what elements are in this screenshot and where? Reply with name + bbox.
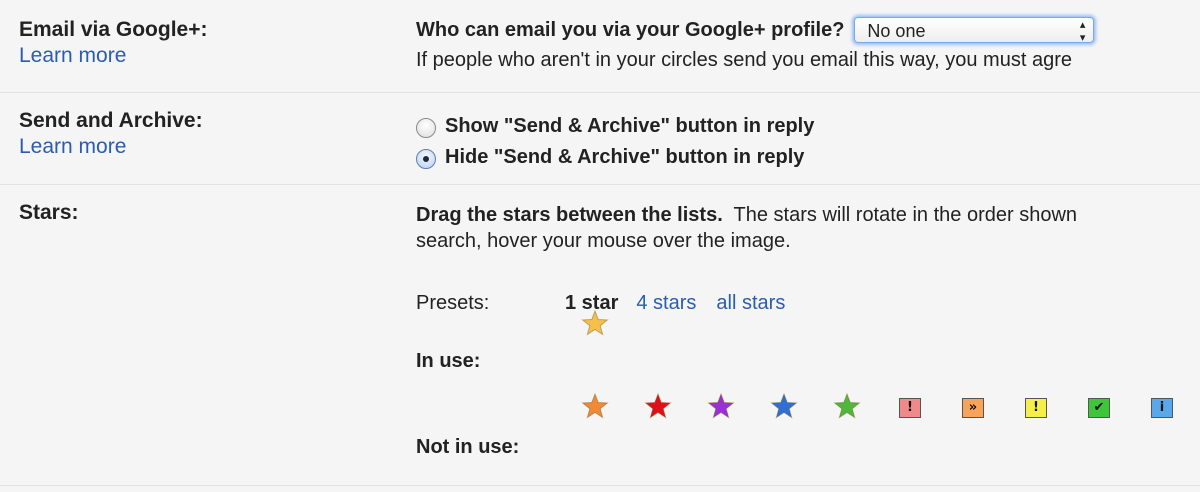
send-and-archive-label-col: Send and Archive: Learn more	[19, 108, 203, 160]
email-via-gplus-select-value: No one	[867, 21, 926, 41]
stars-content: Drag the stars between the lists. The st…	[416, 202, 1200, 482]
email-via-gplus-learn-more-link[interactable]: Learn more	[19, 43, 207, 69]
stars-instruction-bold: Drag the stars between the lists.	[416, 204, 723, 226]
red-star-icon[interactable]	[643, 391, 673, 421]
email-via-gplus-question: Who can email you via your Google+ profi…	[416, 19, 845, 41]
yellow-star-icon[interactable]	[580, 308, 610, 338]
in-use-label: In use:	[416, 350, 481, 372]
green-check-icon[interactable]: ✔	[1088, 398, 1110, 418]
blue-info-icon[interactable]: i	[1151, 398, 1173, 418]
send-and-archive-learn-more-link[interactable]: Learn more	[19, 134, 203, 160]
select-arrows-icon: ▴ ▾	[1079, 19, 1086, 44]
email-via-gplus-row: Email via Google+: Learn more Who can em…	[0, 0, 1200, 93]
send-and-archive-title: Send and Archive:	[19, 109, 203, 132]
orange-guillemet-icon[interactable]: »	[962, 398, 984, 418]
settings-panel: Email via Google+: Learn more Who can em…	[0, 0, 1200, 492]
preset-4-stars-link[interactable]: 4 stars	[636, 290, 696, 316]
hide-send-archive-radio[interactable]	[416, 148, 436, 169]
send-and-archive-row: Send and Archive: Learn more Show "Send …	[0, 92, 1200, 185]
green-star-icon[interactable]	[832, 391, 862, 421]
email-via-gplus-content: Who can email you via your Google+ profi…	[416, 17, 1095, 73]
stars-label-col: Stars:	[19, 200, 79, 226]
show-send-archive-option[interactable]: Show "Send & Archive" button in reply	[416, 110, 814, 141]
email-via-gplus-description: If people who aren't in your circles sen…	[416, 49, 1072, 71]
red-bang-icon[interactable]: !	[899, 398, 921, 418]
yellow-bang-icon[interactable]: !	[1025, 398, 1047, 418]
hide-send-archive-option[interactable]: Hide "Send & Archive" button in reply	[416, 141, 814, 172]
purple-star-icon[interactable]	[706, 391, 736, 421]
stars-presets: Presets: 1 star 4 stars all stars	[416, 290, 805, 316]
stars-instruction-line2: search, hover your mouse over the image.	[416, 230, 791, 252]
email-via-gplus-question-line: Who can email you via your Google+ profi…	[416, 17, 1095, 44]
orange-star-icon[interactable]	[580, 391, 610, 421]
email-via-gplus-label-col: Email via Google+: Learn more	[19, 17, 207, 69]
email-via-gplus-select[interactable]: No one ▴ ▾	[854, 17, 1095, 44]
presets-label: Presets:	[416, 292, 490, 314]
email-via-gplus-title: Email via Google+:	[19, 18, 208, 41]
stars-row: Stars: Drag the stars between the lists.…	[0, 184, 1200, 486]
not-in-use-label: Not in use:	[416, 436, 520, 458]
show-send-archive-radio[interactable]	[416, 117, 436, 138]
stars-title: Stars:	[19, 201, 79, 224]
send-and-archive-content: Show "Send & Archive" button in reply Hi…	[416, 110, 814, 172]
hide-send-archive-label: Hide "Send & Archive" button in reply	[445, 145, 805, 168]
show-send-archive-label: Show "Send & Archive" button in reply	[445, 114, 815, 137]
stars-instruction-rest: The stars will rotate in the order shown	[733, 204, 1078, 226]
preset-all-stars-link[interactable]: all stars	[716, 290, 785, 316]
blue-star-icon[interactable]	[769, 391, 799, 421]
stars-instruction: Drag the stars between the lists. The st…	[416, 202, 1200, 228]
